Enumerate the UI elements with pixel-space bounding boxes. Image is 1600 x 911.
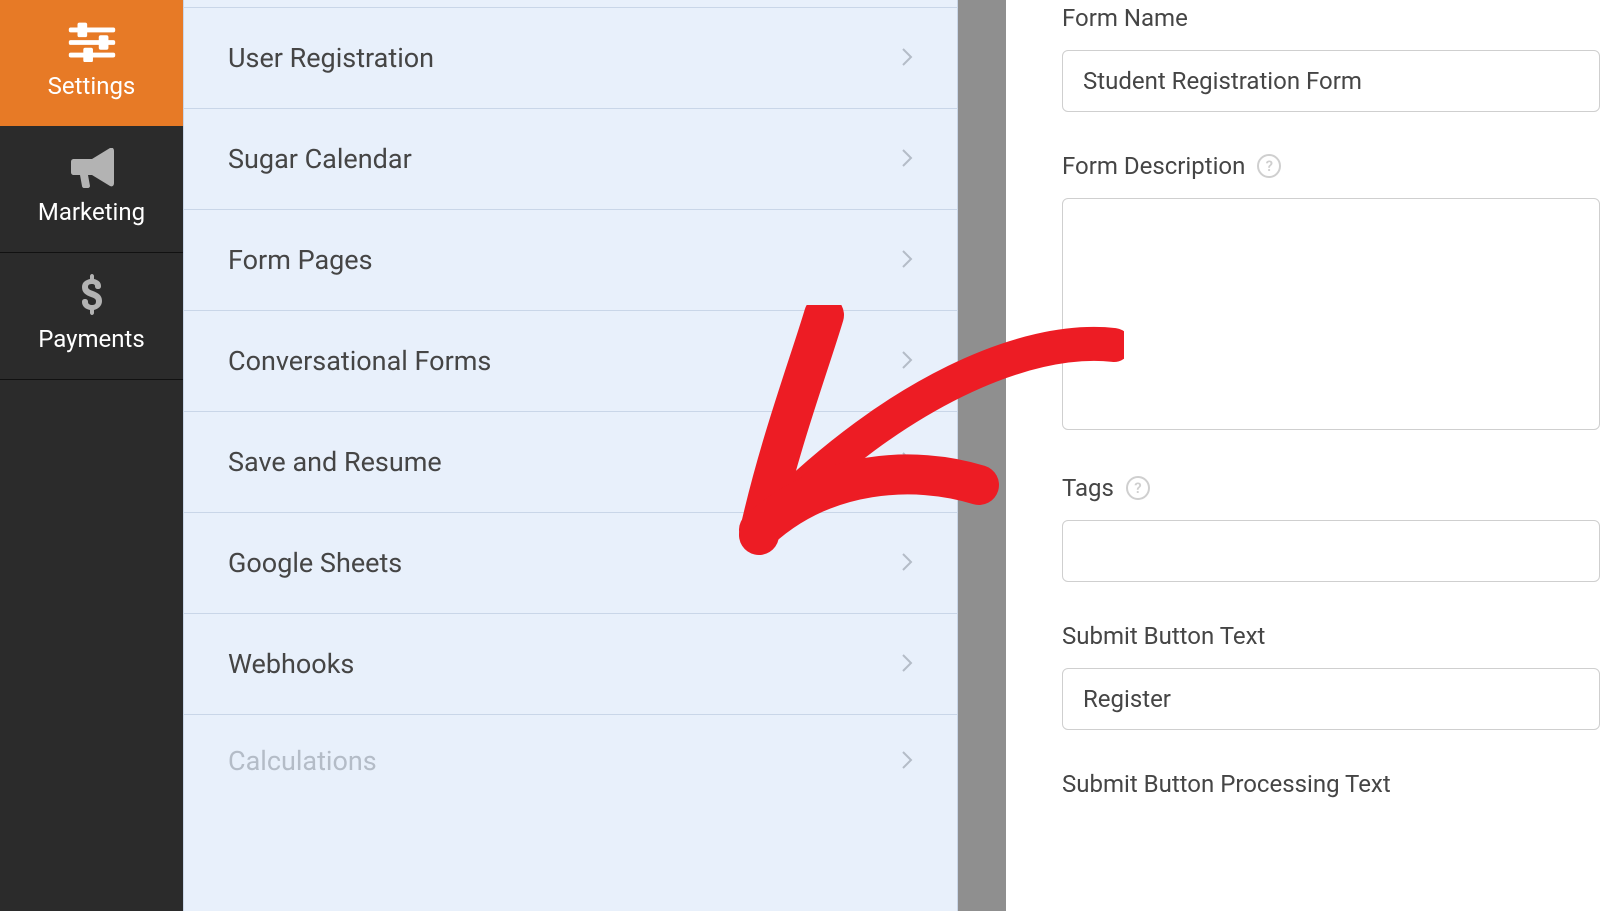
chevron-right-icon xyxy=(901,143,913,175)
chevron-right-icon xyxy=(901,244,913,276)
dollar-icon xyxy=(63,275,121,315)
settings-list: User Registration Sugar Calendar Form Pa… xyxy=(183,0,958,911)
settings-item-sugar-calendar[interactable]: Sugar Calendar xyxy=(184,109,957,210)
chevron-right-icon xyxy=(901,547,913,579)
settings-item-user-registration[interactable]: User Registration xyxy=(184,8,957,109)
chevron-right-icon xyxy=(901,648,913,680)
form-description-input[interactable] xyxy=(1062,198,1600,430)
settings-item-label: Google Sheets xyxy=(228,547,402,579)
nav-item-settings[interactable]: Settings xyxy=(0,0,183,126)
settings-item-label: Sugar Calendar xyxy=(228,143,412,175)
label-text: Submit Button Processing Text xyxy=(1062,770,1391,798)
chevron-right-icon xyxy=(901,745,913,777)
nav-rail: Settings Marketing Payments xyxy=(0,0,183,911)
help-icon[interactable]: ? xyxy=(1126,476,1150,500)
settings-item-save-and-resume[interactable]: Save and Resume xyxy=(184,412,957,513)
chevron-right-icon xyxy=(901,345,913,377)
label-text: Tags xyxy=(1062,474,1114,502)
form-panel: Form Name Form Description ? Tags ? Subm… xyxy=(1006,0,1600,911)
nav-item-payments[interactable]: Payments xyxy=(0,253,183,380)
settings-item-label: Conversational Forms xyxy=(228,345,491,377)
settings-item-conversational-forms[interactable]: Conversational Forms xyxy=(184,311,957,412)
tags-label: Tags ? xyxy=(1062,474,1600,502)
submit-processing-text-label: Submit Button Processing Text xyxy=(1062,770,1600,798)
bullhorn-icon xyxy=(63,148,121,188)
settings-item-label: Save and Resume xyxy=(228,446,442,478)
settings-item-label: User Registration xyxy=(228,42,434,74)
form-description-label: Form Description ? xyxy=(1062,152,1600,180)
settings-item-partial-top xyxy=(184,0,957,8)
label-text: Submit Button Text xyxy=(1062,622,1265,650)
chevron-right-icon xyxy=(901,42,913,74)
nav-label-payments: Payments xyxy=(38,325,145,353)
label-text: Form Description xyxy=(1062,152,1245,180)
panel-gap xyxy=(958,0,1006,911)
help-icon[interactable]: ? xyxy=(1257,154,1281,178)
settings-item-label: Form Pages xyxy=(228,244,373,276)
settings-item-google-sheets[interactable]: Google Sheets xyxy=(184,513,957,614)
settings-item-calculations[interactable]: Calculations xyxy=(184,715,957,807)
settings-item-form-pages[interactable]: Form Pages xyxy=(184,210,957,311)
nav-label-marketing: Marketing xyxy=(38,198,145,226)
settings-item-label: Calculations xyxy=(228,745,377,777)
submit-button-text-label: Submit Button Text xyxy=(1062,622,1600,650)
submit-button-text-input[interactable] xyxy=(1062,668,1600,730)
form-name-label: Form Name xyxy=(1062,4,1600,32)
label-text: Form Name xyxy=(1062,4,1188,32)
settings-item-label: Webhooks xyxy=(228,648,354,680)
nav-item-marketing[interactable]: Marketing xyxy=(0,126,183,253)
nav-label-settings: Settings xyxy=(48,72,136,100)
chevron-right-icon xyxy=(901,446,913,478)
settings-item-webhooks[interactable]: Webhooks xyxy=(184,614,957,715)
tags-input[interactable] xyxy=(1062,520,1600,582)
sliders-icon xyxy=(63,22,121,62)
form-name-input[interactable] xyxy=(1062,50,1600,112)
